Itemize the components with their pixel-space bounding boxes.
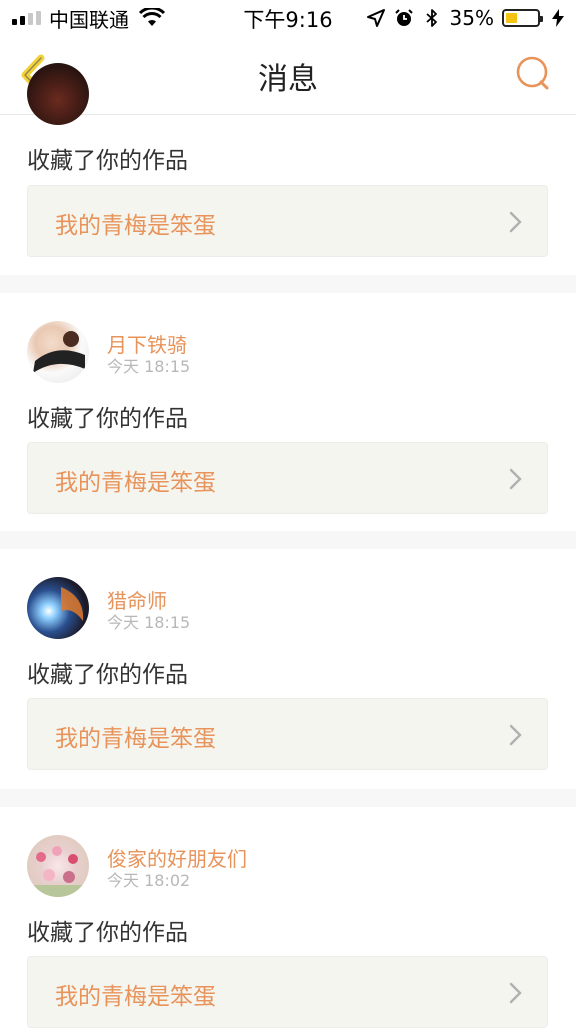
message-action: 收藏了你的作品 — [27, 406, 188, 432]
work-link[interactable]: 我的青梅是笨蛋 — [27, 442, 548, 514]
card-separator — [0, 531, 576, 549]
card-separator — [0, 789, 576, 807]
work-title: 我的青梅是笨蛋 — [55, 984, 216, 1010]
avatar[interactable] — [27, 321, 89, 383]
message-action: 收藏了你的作品 — [27, 148, 188, 174]
chevron-right-icon — [509, 724, 522, 746]
avatar[interactable] — [27, 63, 89, 125]
charging-icon — [552, 9, 564, 27]
chevron-right-icon — [509, 468, 522, 490]
work-link[interactable]: 我的青梅是笨蛋 — [27, 956, 548, 1028]
alarm-icon — [394, 9, 413, 26]
work-link[interactable]: 我的青梅是笨蛋 — [27, 698, 548, 770]
chevron-right-icon — [509, 982, 522, 1004]
message-time: 今天 18:15 — [107, 357, 191, 376]
status-bar: 中国联通 下午9:16 35% — [0, 0, 576, 36]
message-time: 今天 18:02 — [107, 871, 191, 890]
search-icon[interactable] — [514, 54, 552, 92]
bluetooth-icon — [425, 9, 437, 27]
battery-fill — [506, 13, 517, 23]
message-action: 收藏了你的作品 — [27, 662, 188, 688]
chevron-right-icon — [509, 211, 522, 233]
message-card: 收藏了你的作品 我的青梅是笨蛋 — [0, 63, 576, 275]
work-title: 我的青梅是笨蛋 — [55, 213, 216, 239]
location-arrow-icon — [366, 9, 385, 27]
message-time: 今天 18:15 — [107, 613, 191, 632]
avatar[interactable] — [27, 577, 89, 639]
message-card: 猎命师 今天 18:15 收藏了你的作品 我的青梅是笨蛋 — [0, 549, 576, 789]
work-link[interactable]: 我的青梅是笨蛋 — [27, 185, 548, 257]
work-title: 我的青梅是笨蛋 — [55, 726, 216, 752]
message-card: 月下铁骑 今天 18:15 收藏了你的作品 我的青梅是笨蛋 — [0, 293, 576, 531]
battery-nub — [540, 16, 543, 22]
message-card: 俊家的好朋友们 今天 18:02 收藏了你的作品 我的青梅是笨蛋 — [0, 807, 576, 1028]
work-title: 我的青梅是笨蛋 — [55, 470, 216, 496]
status-bar-right: 35% — [366, 6, 568, 30]
avatar[interactable] — [27, 835, 89, 897]
battery-icon — [502, 9, 543, 27]
battery-percent: 35% — [449, 6, 494, 30]
card-separator — [0, 275, 576, 293]
message-action: 收藏了你的作品 — [27, 920, 188, 946]
